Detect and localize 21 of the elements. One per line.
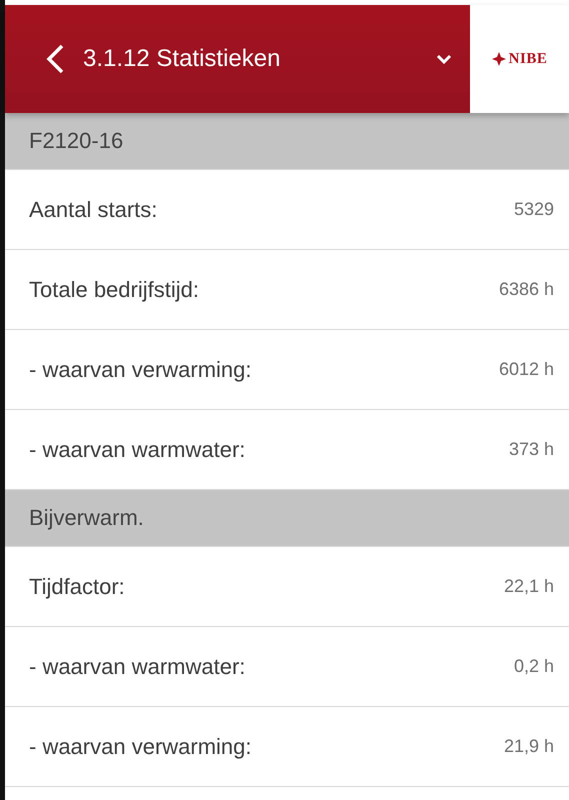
- stat-label: Totale bedrijfstijd:: [29, 276, 199, 302]
- stat-label: - waarvan warmwater:: [29, 436, 246, 462]
- stat-value: 22,1 h: [504, 576, 554, 597]
- stat-value: 21,9 h: [504, 736, 554, 757]
- logo-icon: [492, 52, 506, 66]
- section-header: F2120-16: [5, 113, 569, 170]
- stat-label: - waarvan verwarming:: [29, 356, 252, 382]
- stat-value: 5329: [514, 199, 554, 220]
- page-title: 3.1.12 Statistieken: [83, 45, 282, 73]
- stat-value: 373 h: [508, 439, 554, 460]
- section-header: Bijverwarm.: [5, 490, 569, 547]
- back-button[interactable]: [45, 43, 65, 75]
- stat-label: - waarvan verwarming:: [29, 734, 252, 760]
- brand-logo: NIBE: [508, 50, 548, 68]
- stat-label: Aantal starts:: [29, 196, 158, 222]
- stat-value: 6386 h: [498, 279, 554, 300]
- stat-value: 6012 h: [498, 359, 554, 380]
- stat-value: 0,2 h: [514, 656, 554, 677]
- chevron-down-icon[interactable]: [436, 53, 452, 65]
- stat-label: Tijdfactor:: [29, 574, 125, 600]
- stat-label: - waarvan warmwater:: [29, 654, 246, 680]
